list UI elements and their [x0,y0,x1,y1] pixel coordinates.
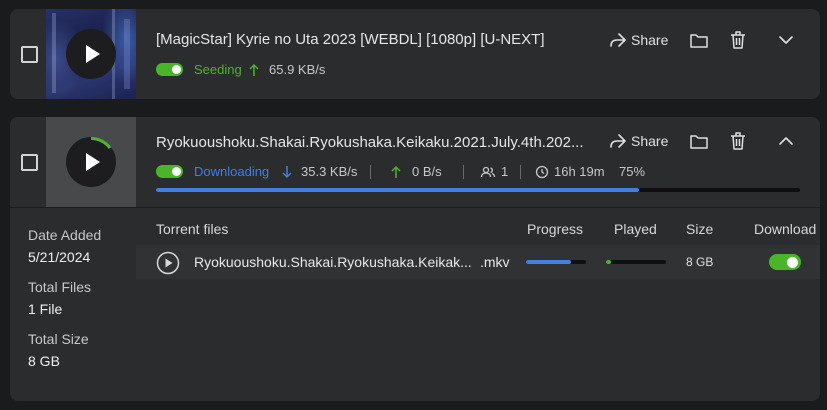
column-header-size: Size [686,221,714,237]
trash-icon[interactable] [728,29,748,56]
share-icon[interactable] [608,29,628,56]
torrent-title: Ryokuoushoku.Shakai.Ryokushaka.Keikaku.2… [156,134,584,151]
play-button[interactable] [66,29,116,79]
share-button[interactable]: Share [631,29,668,51]
played-progress-bar [606,260,666,264]
folder-icon[interactable] [689,29,709,56]
date-added-label: Date Added [28,227,102,243]
file-row[interactable]: Ryokuoushoku.Shakai.Ryokushaka.Keikak...… [136,245,820,279]
trash-icon[interactable] [728,130,748,157]
played-progress-fill [606,260,611,264]
progress-fill [156,188,639,192]
torrent-details-panel: Date Added 5/21/2024 Total Files 1 File … [10,207,820,401]
total-size-label: Total Size [28,331,89,347]
column-header-progress: Progress [527,221,584,237]
torrent-card-1[interactable]: [MagicStar] Kyrie no Uta 2023 [WEBDL] [1… [10,9,820,99]
share-icon[interactable] [608,130,628,157]
seeding-toggle[interactable] [156,63,183,76]
column-header-download: Download [754,221,817,237]
download-arrow-icon [281,164,293,184]
total-files-value: 1 File [28,301,63,317]
percent-complete: 75% [619,164,646,179]
upload-speed: 0 B/s [412,164,442,179]
upload-arrow-icon [248,62,260,82]
file-extension: .mkv [480,254,510,270]
status-label: Downloading [194,164,270,179]
upload-speed: 65.9 KB/s [269,62,326,77]
play-file-button[interactable] [156,251,180,280]
divider [520,165,521,179]
status-row: Seeding 65.9 KB/s [156,62,406,78]
select-checkbox[interactable] [21,46,38,63]
play-icon [86,137,112,171]
chevron-up-icon[interactable] [776,130,796,157]
file-download-toggle[interactable] [769,254,801,270]
download-progress-bar [156,188,800,192]
video-thumbnail[interactable] [46,9,136,99]
torrent-title: [MagicStar] Kyrie no Uta 2023 [WEBDL] [1… [156,31,545,48]
chevron-down-icon[interactable] [776,29,796,56]
divider [370,165,371,179]
file-name: Ryokuoushoku.Shakai.Ryokushaka.Keikak... [194,254,472,270]
file-progress-bar [526,260,586,264]
status-label: Seeding [194,62,242,77]
file-progress-fill [526,260,571,264]
folder-icon[interactable] [689,130,709,157]
upload-arrow-icon [390,164,402,184]
torrent-card-2[interactable]: Ryokuoushoku.Shakai.Ryokushaka.Keikaku.2… [10,117,820,401]
play-button[interactable] [66,137,116,187]
peers-icon [480,164,496,184]
peers-count: 1 [501,164,509,179]
download-toggle[interactable] [156,165,183,178]
file-size: 8 GB [686,255,714,269]
total-files-label: Total Files [28,279,92,295]
eta: 16h 19m [554,164,605,179]
status-row: Downloading 35.3 KB/s 0 B/s 1 16h 19m 75… [156,164,676,180]
column-header-played: Played [614,221,657,237]
column-header-files: Torrent files [156,221,229,237]
video-thumbnail[interactable] [46,117,136,207]
select-checkbox[interactable] [21,154,38,171]
share-button[interactable]: Share [631,130,668,152]
total-size-value: 8 GB [28,353,60,369]
download-speed: 35.3 KB/s [301,164,358,179]
play-icon [86,45,100,63]
play-circle-icon [156,251,180,275]
divider [463,165,464,179]
date-added-value: 5/21/2024 [28,249,91,265]
clock-icon [535,164,549,184]
